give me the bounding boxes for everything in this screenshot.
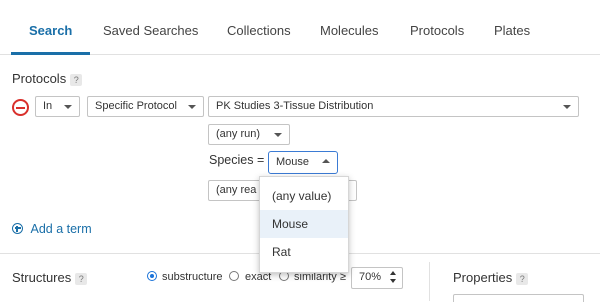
help-icon[interactable]: ? xyxy=(70,73,83,86)
properties-heading: Properties? xyxy=(453,270,529,285)
structures-label: Structures xyxy=(12,270,72,285)
add-circle-icon xyxy=(12,223,23,234)
add-term-label: Add a term xyxy=(30,222,92,236)
run-select-value: (any run) xyxy=(216,128,261,140)
chevron-down-icon xyxy=(188,105,196,109)
protocol-select[interactable]: PK Studies 3-Tissue Distribution xyxy=(208,96,579,117)
tab-collections[interactable]: Collections xyxy=(227,0,291,55)
stepper-up-icon[interactable] xyxy=(390,271,396,275)
chevron-down-icon xyxy=(64,105,72,109)
species-option-any[interactable]: (any value) xyxy=(260,182,348,210)
tab-bar: Search Saved Searches Collections Molecu… xyxy=(0,0,600,55)
readout-select-value: (any rea xyxy=(216,184,257,196)
protocols-heading: Protocols? xyxy=(12,71,83,86)
run-select[interactable]: (any run) xyxy=(208,124,290,145)
species-option-rat[interactable]: Rat xyxy=(260,238,348,266)
protocol-type-select[interactable]: Specific Protocol xyxy=(87,96,204,117)
help-icon[interactable]: ? xyxy=(75,272,88,285)
operator-select[interactable]: In xyxy=(35,96,80,117)
properties-label: Properties xyxy=(453,270,513,285)
tab-saved-searches[interactable]: Saved Searches xyxy=(103,0,198,55)
tab-search[interactable]: Search xyxy=(11,0,91,55)
tab-protocols[interactable]: Protocols xyxy=(410,0,464,55)
chevron-down-icon xyxy=(274,133,282,137)
column-divider xyxy=(429,262,430,301)
protocol-select-value: PK Studies 3-Tissue Distribution xyxy=(216,100,374,112)
species-select-value: Mouse xyxy=(276,156,310,168)
similarity-value: 70% xyxy=(359,271,382,283)
tab-molecules[interactable]: Molecules xyxy=(320,0,379,55)
add-term-link[interactable]: Add a term xyxy=(12,222,92,236)
species-label: Species = xyxy=(209,153,265,167)
remove-term-icon[interactable] xyxy=(12,99,29,116)
substructure-label: substructure xyxy=(162,271,223,283)
protocol-type-value: Specific Protocol xyxy=(95,100,177,112)
substructure-radio[interactable] xyxy=(147,271,157,281)
species-dropdown-menu: (any value) Mouse Rat xyxy=(259,176,349,273)
stepper-down-icon[interactable] xyxy=(390,279,396,283)
chevron-down-icon xyxy=(563,105,571,109)
tab-plates[interactable]: Plates xyxy=(494,0,530,55)
help-icon[interactable]: ? xyxy=(516,272,529,285)
chevron-up-icon xyxy=(322,159,330,163)
species-select[interactable]: Mouse xyxy=(268,151,338,174)
protocols-label: Protocols xyxy=(12,71,67,86)
species-option-mouse[interactable]: Mouse xyxy=(260,210,348,238)
exact-radio[interactable] xyxy=(229,271,239,281)
operator-select-value: In xyxy=(43,100,53,112)
similarity-stepper[interactable]: 70% xyxy=(351,267,403,289)
structures-heading: Structures? xyxy=(12,270,88,285)
